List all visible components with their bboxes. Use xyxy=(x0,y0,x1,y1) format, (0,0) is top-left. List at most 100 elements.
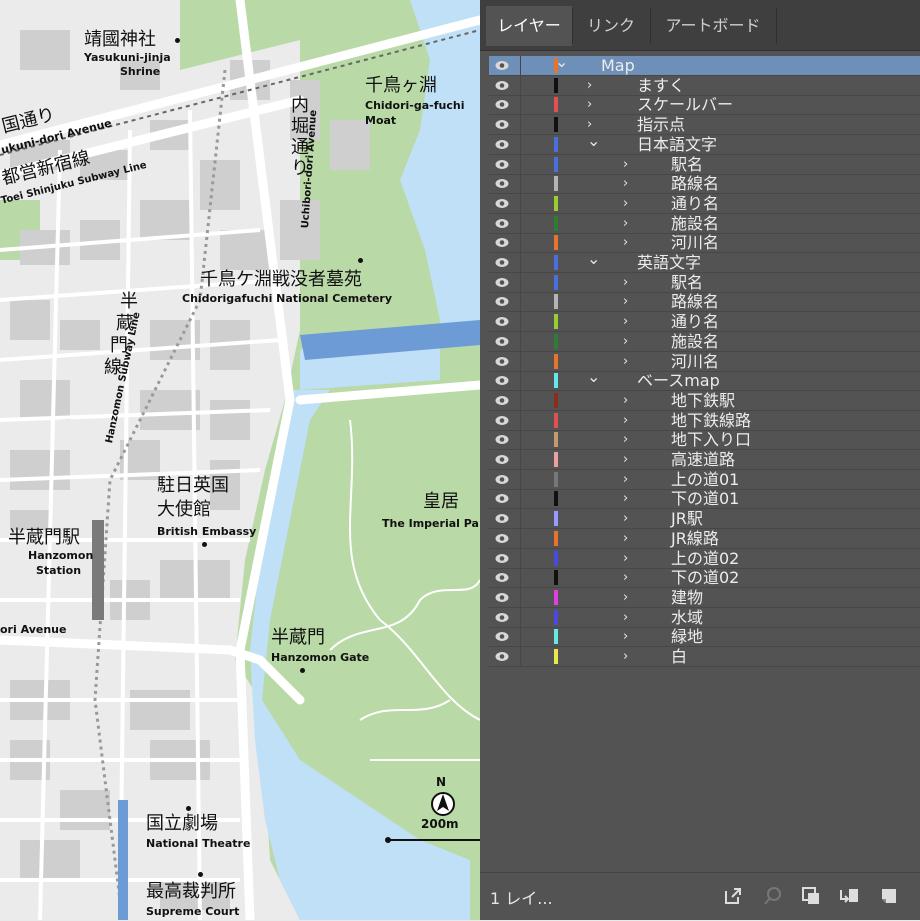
lock-column[interactable] xyxy=(520,548,521,568)
visibility-eye-icon[interactable] xyxy=(495,99,509,110)
layer-row[interactable]: › 地下鉄駅 xyxy=(489,390,920,411)
layer-row[interactable]: › 下の道02 xyxy=(489,568,920,589)
visibility-eye-icon[interactable] xyxy=(495,159,509,170)
chevron-down-icon[interactable]: ⌄ xyxy=(555,54,568,75)
lock-column[interactable] xyxy=(520,115,521,135)
visibility-eye-icon[interactable] xyxy=(495,237,509,248)
collect-for-export-icon[interactable] xyxy=(800,885,822,907)
layer-row[interactable]: ⌄ 日本語文字 xyxy=(489,132,920,155)
lock-column[interactable] xyxy=(520,56,521,75)
chevron-down-icon[interactable]: ⌄ xyxy=(587,132,600,154)
visibility-eye-icon[interactable] xyxy=(495,60,509,71)
lock-column[interactable] xyxy=(520,292,521,312)
layer-name[interactable]: 路線名 xyxy=(671,174,719,193)
chevron-down-icon[interactable]: ⌄ xyxy=(587,369,600,390)
chevron-right-icon[interactable]: › xyxy=(623,312,628,331)
chevron-right-icon[interactable]: › xyxy=(623,627,628,646)
layer-row[interactable]: › 指示点 xyxy=(489,115,920,136)
lock-column[interactable] xyxy=(520,331,521,351)
chevron-right-icon[interactable]: › xyxy=(623,489,628,508)
chevron-right-icon[interactable]: › xyxy=(587,76,592,95)
layer-name[interactable]: 路線名 xyxy=(671,292,719,311)
lock-column[interactable] xyxy=(520,272,521,292)
lock-column[interactable] xyxy=(520,410,521,430)
layer-name[interactable]: 英語文字 xyxy=(637,253,701,272)
chevron-right-icon[interactable]: › xyxy=(623,549,628,568)
layer-row[interactable]: › 通り名 xyxy=(489,312,920,333)
layer-row[interactable]: › JR線路 xyxy=(489,528,920,549)
layer-name[interactable]: 水域 xyxy=(671,608,703,627)
search-icon[interactable] xyxy=(762,885,784,907)
layer-name[interactable]: 日本語文字 xyxy=(637,135,717,154)
lock-column[interactable] xyxy=(520,75,521,95)
layer-row[interactable]: › 白 xyxy=(489,647,920,667)
layer-row[interactable]: › スケールバー xyxy=(489,95,920,116)
chevron-right-icon[interactable]: › xyxy=(623,155,628,174)
layer-row[interactable]: › 高速道路 xyxy=(489,450,920,470)
layer-name[interactable]: JR線路 xyxy=(671,529,719,548)
chevron-right-icon[interactable]: › xyxy=(623,450,628,469)
layer-row[interactable]: › ますく xyxy=(489,75,920,96)
visibility-eye-icon[interactable] xyxy=(495,178,509,189)
tab-links[interactable]: リンク xyxy=(573,6,649,46)
visibility-eye-icon[interactable] xyxy=(495,375,509,386)
visibility-eye-icon[interactable] xyxy=(495,218,509,229)
lock-column[interactable] xyxy=(520,528,521,548)
layer-row[interactable]: › 建物 xyxy=(489,587,920,608)
layer-row[interactable]: ⌄ Map xyxy=(489,54,920,76)
lock-column[interactable] xyxy=(520,469,521,489)
chevron-right-icon[interactable]: › xyxy=(623,174,628,193)
visibility-eye-icon[interactable] xyxy=(495,415,509,426)
layer-row[interactable]: › 地下鉄線路 xyxy=(489,410,920,431)
layer-row[interactable]: › 上の道02 xyxy=(489,548,920,569)
lock-column[interactable] xyxy=(520,253,521,272)
layer-row[interactable]: ⌄ ベースmap xyxy=(489,369,920,392)
layer-name[interactable]: Map xyxy=(601,56,635,75)
visibility-eye-icon[interactable] xyxy=(495,572,509,583)
lock-column[interactable] xyxy=(520,371,521,391)
lock-column[interactable] xyxy=(520,95,521,115)
lock-column[interactable] xyxy=(520,351,521,371)
chevron-right-icon[interactable]: › xyxy=(623,647,628,666)
layer-row[interactable]: › 駅名 xyxy=(489,272,920,293)
chevron-right-icon[interactable]: › xyxy=(623,214,628,233)
layer-name[interactable]: 建物 xyxy=(671,588,703,607)
visibility-eye-icon[interactable] xyxy=(495,454,509,465)
chevron-right-icon[interactable]: › xyxy=(623,529,628,548)
layer-row[interactable]: › 地下入り口 xyxy=(489,430,920,451)
lock-column[interactable] xyxy=(520,647,521,666)
lock-column[interactable] xyxy=(520,134,521,154)
layer-row[interactable]: › 下の道01 xyxy=(489,489,920,510)
layer-row[interactable]: › 路線名 xyxy=(489,292,920,313)
visibility-eye-icon[interactable] xyxy=(495,296,509,307)
visibility-eye-icon[interactable] xyxy=(495,395,509,406)
layer-row[interactable]: ⌄ 英語文字 xyxy=(489,251,920,273)
layer-name[interactable]: 通り名 xyxy=(671,312,719,331)
layer-name[interactable]: 河川名 xyxy=(671,233,719,252)
layer-name[interactable]: 駅名 xyxy=(671,273,703,292)
chevron-right-icon[interactable]: › xyxy=(623,411,628,430)
layer-name[interactable]: ますく xyxy=(637,76,685,95)
chevron-right-icon[interactable]: › xyxy=(623,430,628,449)
layer-row[interactable]: › 河川名 xyxy=(489,351,920,372)
visibility-eye-icon[interactable] xyxy=(495,198,509,209)
visibility-eye-icon[interactable] xyxy=(495,493,509,504)
layer-row[interactable]: › 上の道01 xyxy=(489,469,920,490)
layer-name[interactable]: 地下鉄線路 xyxy=(671,411,751,430)
layer-row[interactable]: › JR駅 xyxy=(489,509,920,530)
layer-row[interactable]: › 路線名 xyxy=(489,174,920,195)
visibility-eye-icon[interactable] xyxy=(495,356,509,367)
lock-column[interactable] xyxy=(520,174,521,194)
chevron-right-icon[interactable]: › xyxy=(623,292,628,311)
layer-row[interactable]: › 施設名 xyxy=(489,213,920,234)
layer-name[interactable]: 施設名 xyxy=(671,214,719,233)
layer-name[interactable]: 地下入り口 xyxy=(671,430,751,449)
lock-column[interactable] xyxy=(520,154,521,174)
visibility-eye-icon[interactable] xyxy=(495,277,509,288)
layer-name[interactable]: 駅名 xyxy=(671,155,703,174)
chevron-right-icon[interactable]: › xyxy=(623,273,628,292)
lock-column[interactable] xyxy=(520,509,521,529)
visibility-eye-icon[interactable] xyxy=(495,80,509,91)
visibility-eye-icon[interactable] xyxy=(495,612,509,623)
layer-name[interactable]: JR駅 xyxy=(671,509,703,528)
